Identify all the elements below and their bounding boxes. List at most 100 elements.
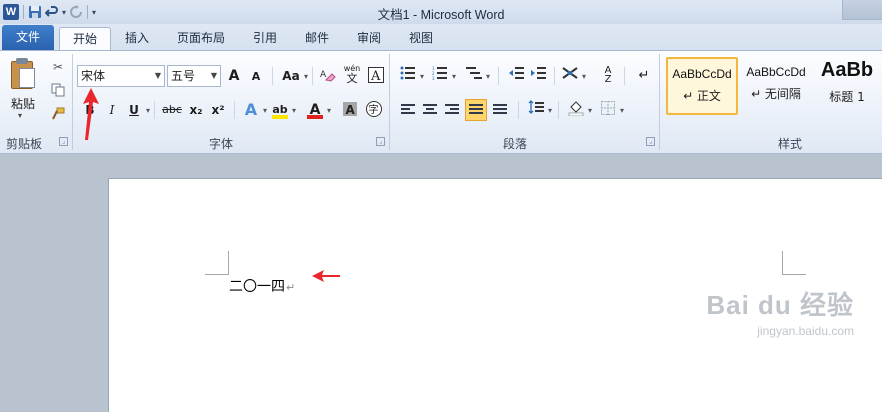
chevron-down-icon: ▼ (210, 71, 217, 80)
shading-bucket-icon[interactable] (566, 100, 592, 121)
sort-icon[interactable]: AZ (598, 66, 618, 86)
svg-text:字: 字 (369, 103, 379, 116)
tab-mailings[interactable]: 邮件 (296, 27, 338, 50)
tab-page-layout[interactable]: 页面布局 (169, 27, 233, 50)
distributed-align-icon[interactable] (490, 100, 510, 120)
increase-indent-icon[interactable] (528, 66, 548, 86)
tab-file[interactable]: 文件 (2, 25, 54, 50)
cut-icon[interactable]: ✂ (50, 59, 66, 75)
borders-icon[interactable] (598, 100, 624, 121)
ribbon-home: 粘贴 ▾ ✂ 剪贴板 ⌟ 宋体 ▼ 五号 ▼ A A Aa A wén文 A B… (0, 50, 882, 154)
show-formatting-marks-icon[interactable]: ↵ (634, 66, 654, 86)
svg-text:A: A (346, 103, 356, 117)
toolbar-separator (154, 101, 155, 119)
svg-text:A: A (320, 70, 327, 80)
style-normal[interactable]: AaBbCcDd ↵ 正文 (666, 57, 738, 115)
font-name-value: 宋体 (81, 69, 106, 83)
tab-view[interactable]: 视图 (400, 27, 442, 50)
paste-button-label[interactable]: 粘贴 (11, 95, 35, 112)
font-size-combobox[interactable]: 五号 ▼ (167, 65, 221, 87)
toolbar-separator (272, 67, 273, 85)
decrease-indent-icon[interactable] (506, 66, 526, 86)
paste-dropdown-icon[interactable]: ▾ (18, 111, 22, 120)
text-effects-button[interactable]: A (241, 100, 267, 121)
strikethrough-button[interactable]: abc (160, 100, 184, 120)
chevron-down-icon: ▼ (154, 71, 161, 80)
window-controls[interactable] (842, 0, 882, 20)
align-center-icon[interactable] (420, 100, 440, 120)
paragraph-group-label: 段落 (502, 137, 527, 151)
multilevel-list-icon[interactable] (464, 66, 490, 87)
window-title: 文档1 - Microsoft Word (377, 8, 505, 22)
title-bar: W ▾ ▾ 文档1 - Microsoft Word (0, 0, 882, 24)
justify-icon[interactable] (465, 99, 487, 121)
style-name: 标题 1 (829, 90, 865, 104)
align-left-icon[interactable] (398, 100, 418, 120)
bullets-icon[interactable] (398, 66, 424, 87)
clipboard-group-label: 剪贴板 (5, 137, 42, 151)
underline-button[interactable]: U (124, 100, 150, 121)
toolbar-separator (312, 67, 313, 85)
crop-mark-top-right (782, 251, 806, 275)
watermark-main: Bai du 经验 (706, 290, 854, 320)
toolbar-separator (234, 101, 235, 119)
toolbar-separator (554, 67, 555, 85)
document-text: 二〇一四 (229, 279, 285, 295)
phonetic-guide-button[interactable]: wén 文 (342, 64, 362, 84)
document-area: 二〇一四↵ (0, 155, 882, 412)
style-sample: AaBb (820, 59, 874, 81)
clear-formatting-icon[interactable]: A (318, 66, 338, 86)
copy-icon[interactable] (50, 83, 66, 99)
document-text-line[interactable]: 二〇一四↵ (229, 276, 295, 296)
shrink-font-button[interactable]: A (246, 67, 266, 87)
font-group-label: 字体 (208, 137, 233, 151)
style-sample: AaBbCcDd (746, 65, 806, 79)
character-border-icon[interactable]: A (366, 66, 386, 86)
superscript-button[interactable]: x² (208, 100, 228, 120)
grow-font-button[interactable]: A (224, 66, 244, 86)
style-no-spacing[interactable]: AaBbCcDd ↵ 无间隔 (740, 57, 812, 115)
enclose-characters-button[interactable]: 字 (364, 100, 384, 120)
watermark: Bai du 经验 jingyan.baidu.com (706, 285, 854, 338)
chinese-layout-icon[interactable] (560, 66, 586, 87)
styles-group-label: 样式 (777, 137, 802, 151)
clipboard-dialog-launcher-icon[interactable]: ⌟ (59, 137, 68, 146)
character-shading-button[interactable]: A (340, 100, 360, 120)
paragraph-dialog-launcher-icon[interactable]: ⌟ (646, 137, 655, 146)
align-right-icon[interactable] (442, 100, 462, 120)
group-separator (659, 54, 660, 150)
toolbar-separator (518, 101, 519, 119)
tab-references[interactable]: 引用 (244, 27, 286, 50)
change-case-button[interactable]: Aa (280, 66, 308, 87)
toolbar-separator (558, 101, 559, 119)
numbering-icon[interactable]: 123 (430, 66, 456, 87)
tab-home[interactable]: 开始 (59, 27, 111, 51)
red-annotation-arrow-up-icon (83, 88, 99, 140)
ribbon-tab-bar: 文件 开始 插入 页面布局 引用 邮件 审阅 视图 (0, 24, 882, 51)
toolbar-separator (498, 67, 499, 85)
font-size-value: 五号 (171, 69, 196, 83)
italic-button[interactable]: I (102, 100, 122, 120)
svg-text:3: 3 (432, 76, 435, 80)
crop-mark-top-left (205, 251, 229, 275)
tab-review[interactable]: 审阅 (348, 27, 390, 50)
style-name: ↵ 正文 (683, 89, 721, 103)
toolbar-separator (624, 67, 625, 85)
font-dialog-launcher-icon[interactable]: ⌟ (376, 137, 385, 146)
watermark-sub: jingyan.baidu.com (757, 324, 854, 338)
line-spacing-icon[interactable] (526, 100, 552, 121)
paragraph-mark: ↵ (286, 281, 296, 294)
red-annotation-arrow-left-icon (312, 270, 340, 282)
group-separator (389, 54, 390, 150)
paste-icon[interactable] (8, 57, 38, 91)
tab-insert[interactable]: 插入 (115, 27, 159, 50)
font-name-combobox[interactable]: 宋体 ▼ (77, 65, 165, 87)
group-separator (72, 54, 73, 150)
style-heading-1[interactable]: AaBb 标题 1 (812, 57, 882, 115)
highlight-button[interactable]: ab (270, 100, 296, 121)
style-name: ↵ 无间隔 (751, 87, 801, 101)
font-color-button[interactable]: A (305, 100, 331, 121)
svg-text:A: A (370, 69, 381, 84)
subscript-button[interactable]: x₂ (186, 100, 206, 120)
format-painter-icon[interactable] (50, 107, 66, 123)
